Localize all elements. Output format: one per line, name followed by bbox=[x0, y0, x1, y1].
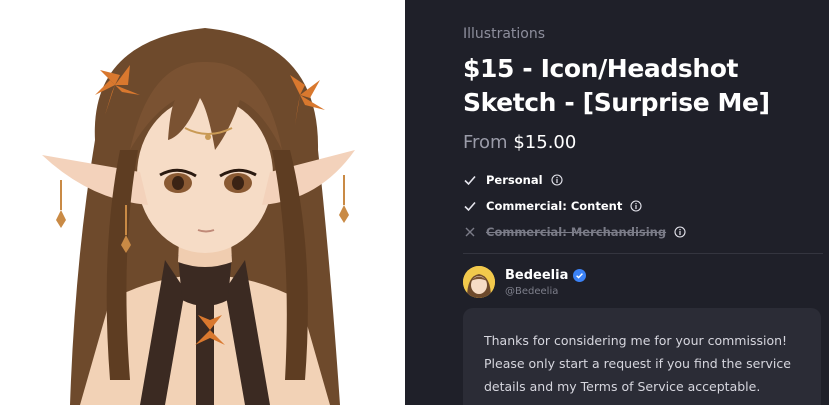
product-image[interactable] bbox=[0, 0, 405, 405]
avatar-image bbox=[463, 266, 495, 298]
license-label: Commercial: Merchandising bbox=[486, 225, 667, 239]
check-icon bbox=[464, 175, 476, 186]
license-label: Commercial: Content bbox=[486, 199, 623, 213]
check-icon bbox=[464, 201, 476, 212]
seller-handle: @Bedeelia bbox=[505, 285, 559, 297]
license-list: Personal Commercial: Content Commercial:… bbox=[463, 167, 686, 245]
price-prefix: From bbox=[463, 132, 508, 153]
info-icon[interactable] bbox=[550, 174, 563, 186]
seller-message-card: Thanks for considering me for your commi… bbox=[463, 308, 821, 405]
info-icon[interactable] bbox=[630, 200, 642, 212]
license-commercial-content: Commercial: Content bbox=[463, 193, 686, 219]
license-commercial-merchandising: Commercial: Merchandising bbox=[463, 219, 686, 245]
license-personal: Personal bbox=[463, 167, 686, 193]
x-icon bbox=[465, 227, 475, 237]
seller-name-row: Bedeelia bbox=[505, 268, 587, 283]
product-details-panel: Illustrations $15 - Icon/Headshot Sketch… bbox=[463, 0, 823, 405]
product-title: $15 - Icon/Headshot Sketch - [Surprise M… bbox=[463, 54, 770, 117]
divider bbox=[463, 253, 823, 254]
seller-info[interactable]: Bedeelia @Bedeelia bbox=[463, 266, 587, 298]
verified-badge-icon bbox=[573, 268, 587, 282]
license-label: Personal bbox=[486, 173, 543, 187]
category-label[interactable]: Illustrations bbox=[463, 26, 545, 42]
seller-message: Thanks for considering me for your commi… bbox=[484, 333, 791, 394]
price: From $15.00 bbox=[463, 132, 576, 153]
info-icon[interactable] bbox=[674, 226, 686, 238]
seller-name[interactable]: Bedeelia bbox=[505, 268, 568, 283]
avatar[interactable] bbox=[463, 266, 495, 298]
price-amount: $15.00 bbox=[513, 132, 577, 153]
elf-character-illustration bbox=[42, 28, 355, 405]
